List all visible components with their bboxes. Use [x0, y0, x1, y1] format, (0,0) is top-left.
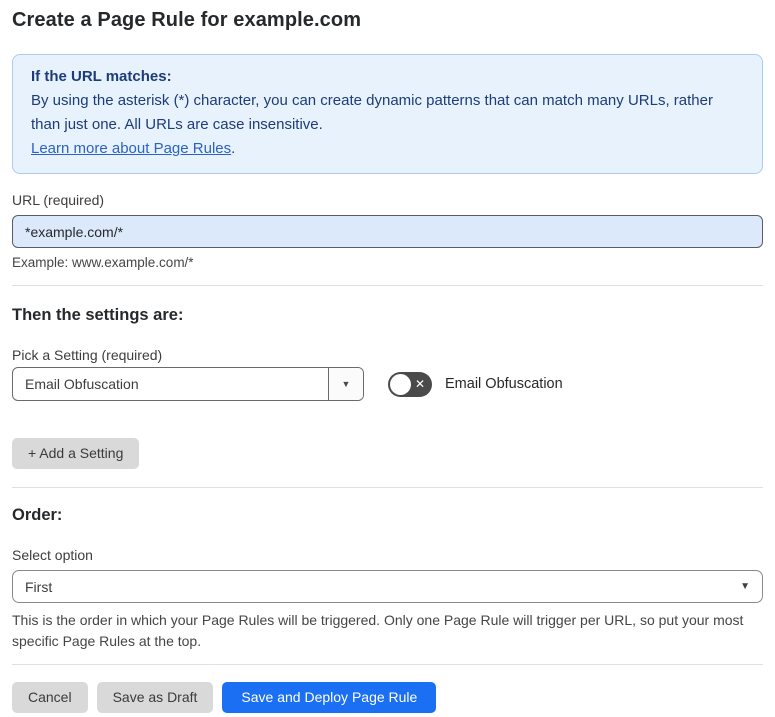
divider-settings — [12, 487, 763, 488]
page-rule-form: Create a Page Rule for example.com If th… — [0, 0, 775, 713]
order-heading: Order: — [12, 506, 63, 524]
divider-actions — [12, 664, 763, 665]
url-input[interactable] — [12, 215, 763, 248]
notice-link-line: Learn more about Page Rules. — [31, 137, 744, 161]
cancel-button[interactable]: Cancel — [12, 682, 88, 713]
action-bar: Cancel Save as Draft Save and Deploy Pag… — [12, 682, 763, 713]
url-label: URL (required) — [12, 192, 105, 208]
email-obfuscation-toggle[interactable]: ✕ — [388, 371, 432, 397]
order-select[interactable]: First ▼ — [12, 570, 763, 603]
url-example: Example: www.example.com/* — [12, 255, 194, 270]
setting-select[interactable]: Email Obfuscation ▼ — [12, 367, 364, 401]
order-help-text: This is the order in which your Page Rul… — [12, 612, 744, 649]
order-select-label: Select option — [12, 547, 93, 563]
toggle-off-icon: ✕ — [414, 376, 425, 391]
divider-url — [12, 285, 763, 286]
order-select-value: First — [25, 578, 53, 595]
save-deploy-button[interactable]: Save and Deploy Page Rule — [222, 682, 437, 713]
settings-heading: Then the settings are: — [12, 306, 184, 324]
dropdown-arrow-icon[interactable]: ▼ — [328, 368, 363, 400]
learn-more-link[interactable]: Learn more about Page Rules — [31, 140, 231, 157]
url-match-notice: If the URL matches: By using the asteris… — [12, 54, 763, 174]
notice-body: By using the asterisk (*) character, you… — [31, 92, 713, 133]
add-setting-button[interactable]: + Add a Setting — [12, 438, 140, 469]
notice-heading: If the URL matches: — [31, 68, 172, 85]
save-draft-button[interactable]: Save as Draft — [96, 682, 214, 713]
page-title: Create a Page Rule for example.com — [12, 9, 362, 31]
notice-link-suffix: . — [231, 140, 236, 157]
toggle-label: Email Obfuscation — [445, 376, 563, 392]
chevron-down-icon: ▼ — [740, 581, 750, 592]
toggle-knob — [390, 373, 411, 395]
setting-row: Email Obfuscation ▼ ✕ Email Obfuscation — [12, 367, 763, 401]
pick-setting-label: Pick a Setting (required) — [12, 347, 163, 363]
setting-select-value: Email Obfuscation — [25, 376, 139, 392]
